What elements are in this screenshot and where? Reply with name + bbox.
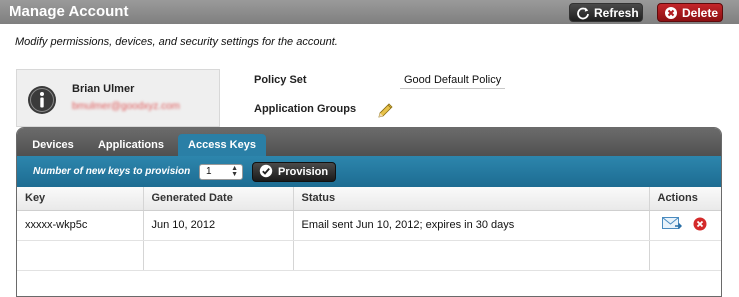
table-row: xxxxx-wkp5c Jun 10, 2012 Email sent Jun … — [17, 210, 721, 241]
provision-bar: Number of new keys to provision 1 ▲ ▼ Pro… — [17, 156, 721, 187]
refresh-icon — [576, 6, 590, 20]
provision-button-label: Provision — [278, 166, 329, 178]
user-name: Brian Ulmer — [72, 83, 135, 95]
email-icon[interactable] — [661, 216, 682, 234]
user-email: bmulmer@goodxyz.com — [72, 101, 180, 112]
checkmark-icon — [259, 164, 273, 181]
select-arrows-icon: ▲ ▼ — [231, 165, 238, 178]
keys-count-select[interactable]: 1 ▲ ▼ — [199, 164, 243, 180]
policy-set-value[interactable]: Good Default Policy — [400, 74, 506, 89]
column-header-status[interactable]: Status — [293, 187, 650, 211]
access-keys-table: Key Generated Date Status Actions xxxxx-… — [17, 187, 721, 271]
policy-set-label: Policy Set — [254, 74, 307, 86]
delete-label: Delete — [682, 5, 719, 20]
column-header-generated-date[interactable]: Generated Date — [143, 187, 294, 211]
delete-button[interactable]: Delete — [657, 3, 723, 22]
tab-devices[interactable]: Devices — [21, 134, 85, 156]
column-header-key[interactable]: Key — [17, 187, 144, 211]
provision-button[interactable]: Provision — [252, 162, 336, 182]
keys-count-value: 1 — [206, 166, 212, 177]
delete-icon — [664, 6, 678, 20]
cell-key: xxxxx-wkp5c — [17, 210, 144, 241]
application-groups-label: Application Groups — [254, 103, 357, 115]
delete-x-icon[interactable] — [693, 217, 707, 234]
user-card: Brian Ulmer bmulmer@goodxyz.com — [16, 69, 220, 127]
page-title: Manage Account — [9, 3, 129, 20]
info-icon — [27, 85, 57, 115]
cell-actions — [649, 210, 721, 241]
tab-applications[interactable]: Applications — [89, 134, 173, 156]
tab-access-keys[interactable]: Access Keys — [178, 134, 266, 156]
tabs-panel: Devices Applications Access Keys Number … — [16, 127, 722, 297]
page-description: Modify permissions, devices, and securit… — [15, 36, 338, 48]
empty-row — [17, 240, 721, 271]
pencil-icon[interactable] — [376, 102, 394, 120]
cell-generated-date: Jun 10, 2012 — [143, 210, 294, 241]
column-header-actions: Actions — [649, 187, 721, 211]
refresh-label: Refresh — [594, 5, 639, 20]
cell-status: Email sent Jun 10, 2012; expires in 30 d… — [293, 210, 650, 241]
header-bar: Manage Account Refresh Delete — [0, 0, 739, 24]
table-header-row: Key Generated Date Status Actions — [17, 187, 721, 211]
refresh-button[interactable]: Refresh — [569, 3, 643, 22]
provision-label: Number of new keys to provision — [33, 166, 191, 177]
tab-strip: Devices Applications Access Keys — [17, 128, 721, 156]
